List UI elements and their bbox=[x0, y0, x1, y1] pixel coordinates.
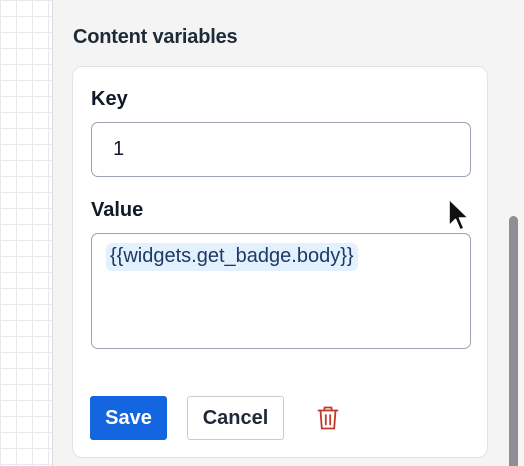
scrollbar-thumb[interactable] bbox=[509, 216, 518, 466]
delete-button[interactable] bbox=[314, 402, 342, 434]
mouse-pointer-icon bbox=[448, 198, 470, 231]
section-title: Content variables bbox=[73, 26, 238, 48]
cancel-button[interactable]: Cancel bbox=[187, 396, 284, 440]
variable-token: {{widgets.get_badge.body}} bbox=[106, 243, 358, 271]
key-input[interactable] bbox=[91, 122, 471, 177]
key-label: Key bbox=[91, 88, 128, 110]
value-label: Value bbox=[91, 199, 144, 221]
value-input[interactable]: {{widgets.get_badge.body}} bbox=[91, 233, 471, 349]
trash-icon bbox=[317, 406, 339, 430]
save-button[interactable]: Save bbox=[90, 396, 167, 440]
